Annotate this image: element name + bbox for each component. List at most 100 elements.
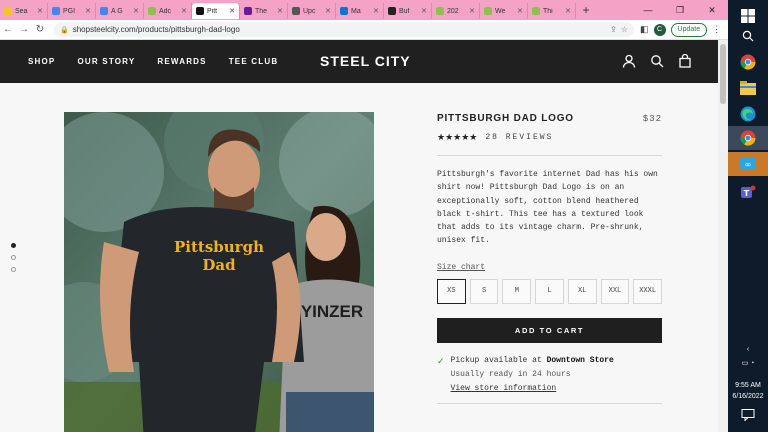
tab-close-icon[interactable]: ✕: [373, 7, 379, 15]
tab-favicon-icon: [532, 7, 540, 15]
nav-tee-club[interactable]: TEE CLUB: [229, 57, 279, 66]
browser-tab-active[interactable]: Pitt ✕: [192, 3, 240, 19]
scrollbar-thumb[interactable]: [720, 44, 726, 104]
tab-close-icon[interactable]: ✕: [421, 7, 427, 15]
edge-icon[interactable]: [736, 102, 760, 126]
browser-toolbar: ← → ↻ 🔒 shopsteelcity.com/products/pitts…: [0, 20, 728, 40]
tab-close-icon[interactable]: ✕: [133, 7, 139, 15]
bookmark-star-icon[interactable]: ☆: [621, 25, 628, 34]
search-icon[interactable]: [650, 54, 664, 68]
product-image[interactable]: YINZER Pittsburgh Dad: [64, 112, 374, 432]
pickup-prefix: Pickup available at: [450, 355, 547, 365]
product-description: Pittsburgh's favorite internet Dad has h…: [437, 170, 658, 246]
tab-title: Thi: [543, 7, 553, 15]
browser-tab[interactable]: The ✕: [240, 3, 288, 19]
tab-favicon-icon: [436, 7, 444, 15]
clock-date: 6/16/2022: [732, 393, 764, 400]
rating-stars-icon[interactable]: ★★★★★: [437, 132, 477, 143]
page-scrollbar[interactable]: [718, 40, 728, 432]
tab-favicon-icon: [4, 7, 12, 15]
size-chart-link[interactable]: Size chart: [437, 263, 485, 272]
tab-title: We: [495, 7, 506, 15]
minimize-icon[interactable]: —: [632, 0, 664, 20]
carousel-dot[interactable]: [11, 267, 16, 272]
forward-arrow-icon[interactable]: →: [16, 24, 32, 35]
address-bar[interactable]: 🔒 shopsteelcity.com/products/pittsburgh-…: [54, 22, 634, 37]
tab-close-icon[interactable]: ✕: [325, 7, 331, 15]
tab-close-icon[interactable]: ✕: [229, 7, 235, 15]
divider: [437, 402, 662, 404]
size-option-xs[interactable]: XS: [437, 278, 466, 304]
teams-icon[interactable]: T: [736, 180, 760, 204]
browser-tab[interactable]: PGI ✕: [48, 3, 96, 19]
browser-tab-strip: Sea ✕ PGI ✕ A G ✕ Adc ✕ Pitt ✕ The ✕ Upc ✕ Ma ✕ …: [0, 0, 728, 20]
chevron-up-icon[interactable]: ‹: [728, 346, 768, 353]
tab-close-icon[interactable]: ✕: [469, 7, 475, 15]
size-option-xxl[interactable]: XXL: [600, 278, 630, 304]
browser-tab[interactable]: 202 ✕: [432, 3, 480, 19]
product-info: PITTSBURGH DAD LOGO $32 ★★★★★ 28 REVIEWS…: [437, 113, 663, 404]
tab-favicon-icon: [148, 7, 156, 15]
store-info-link[interactable]: View store information: [451, 384, 557, 393]
close-window-icon[interactable]: ✕: [696, 0, 728, 20]
taskbar-clock[interactable]: 9:55 AM 6/16/2022: [728, 380, 768, 402]
browser-tab[interactable]: Sea ✕: [0, 3, 48, 19]
update-button[interactable]: Update: [670, 22, 708, 37]
notification-icon[interactable]: [741, 408, 755, 422]
browser-tab[interactable]: Thi ✕: [528, 3, 576, 19]
network-icon[interactable]: ▭ ◔: [728, 359, 768, 367]
product-price: $32: [642, 114, 662, 124]
chrome-icon[interactable]: [736, 50, 760, 74]
svg-text:T: T: [744, 189, 750, 198]
size-option-xxxl[interactable]: XXXL: [633, 278, 663, 304]
carousel-dot[interactable]: [11, 243, 16, 248]
tab-close-icon[interactable]: ✕: [565, 7, 571, 15]
tab-title: Sea: [15, 7, 28, 15]
nav-rewards[interactable]: REWARDS: [157, 57, 206, 66]
tab-close-icon[interactable]: ✕: [37, 7, 43, 15]
maximize-icon[interactable]: ❐: [664, 0, 696, 20]
search-icon[interactable]: [736, 24, 760, 48]
tab-title: PGI: [63, 7, 76, 15]
browser-tab[interactable]: We ✕: [480, 3, 528, 19]
browser-tab[interactable]: A G ✕: [96, 3, 144, 19]
browser-tab[interactable]: Ma ✕: [336, 3, 384, 19]
profile-avatar[interactable]: C: [653, 23, 666, 36]
account-icon[interactable]: [622, 54, 636, 68]
product-title: PITTSBURGH DAD LOGO: [437, 113, 574, 124]
tab-close-icon[interactable]: ✕: [517, 7, 523, 15]
add-to-cart-button[interactable]: ADD TO CART: [437, 317, 662, 343]
nav-our-story[interactable]: OUR STORY: [77, 57, 135, 66]
share-icon[interactable]: ⇪: [610, 25, 617, 34]
url-text[interactable]: shopsteelcity.com/products/pittsburgh-da…: [73, 25, 606, 34]
pickup-store: Downtown Store: [546, 355, 614, 365]
brand-logo[interactable]: STEEL CITY: [320, 53, 411, 69]
tab-title: Upc: [303, 7, 316, 15]
app-icon[interactable]: ∞: [728, 152, 768, 176]
kebab-menu-icon[interactable]: ⋮: [712, 24, 721, 35]
browser-tab[interactable]: Upc ✕: [288, 3, 336, 19]
carousel-dot[interactable]: [11, 255, 16, 260]
browser-tab[interactable]: Adc ✕: [144, 3, 192, 19]
chrome-active-icon[interactable]: [728, 126, 768, 150]
size-option-s[interactable]: S: [469, 278, 499, 304]
rating-row[interactable]: ★★★★★ 28 REVIEWS: [437, 132, 662, 143]
tab-close-icon[interactable]: ✕: [181, 7, 187, 15]
cart-icon[interactable]: [678, 53, 692, 68]
back-arrow-icon[interactable]: ←: [0, 24, 16, 35]
size-option-l[interactable]: L: [535, 278, 564, 304]
file-explorer-icon[interactable]: [736, 76, 760, 100]
browser-tab[interactable]: Buf ✕: [384, 3, 432, 19]
size-option-m[interactable]: M: [502, 278, 532, 304]
nav-shop[interactable]: SHOP: [28, 57, 55, 66]
tab-close-icon[interactable]: ✕: [277, 7, 283, 15]
side-panel-icon[interactable]: ◧: [640, 24, 649, 35]
lock-icon[interactable]: 🔒: [60, 26, 69, 34]
tab-close-icon[interactable]: ✕: [85, 7, 91, 15]
size-option-xl[interactable]: XL: [567, 278, 597, 304]
new-tab-button[interactable]: +: [576, 3, 596, 17]
window-controls: — ❐ ✕: [632, 0, 728, 20]
reviews-link[interactable]: 28 REVIEWS: [485, 133, 553, 142]
reload-icon[interactable]: ↻: [32, 24, 48, 35]
clock-time: 9:55 AM: [735, 382, 761, 389]
